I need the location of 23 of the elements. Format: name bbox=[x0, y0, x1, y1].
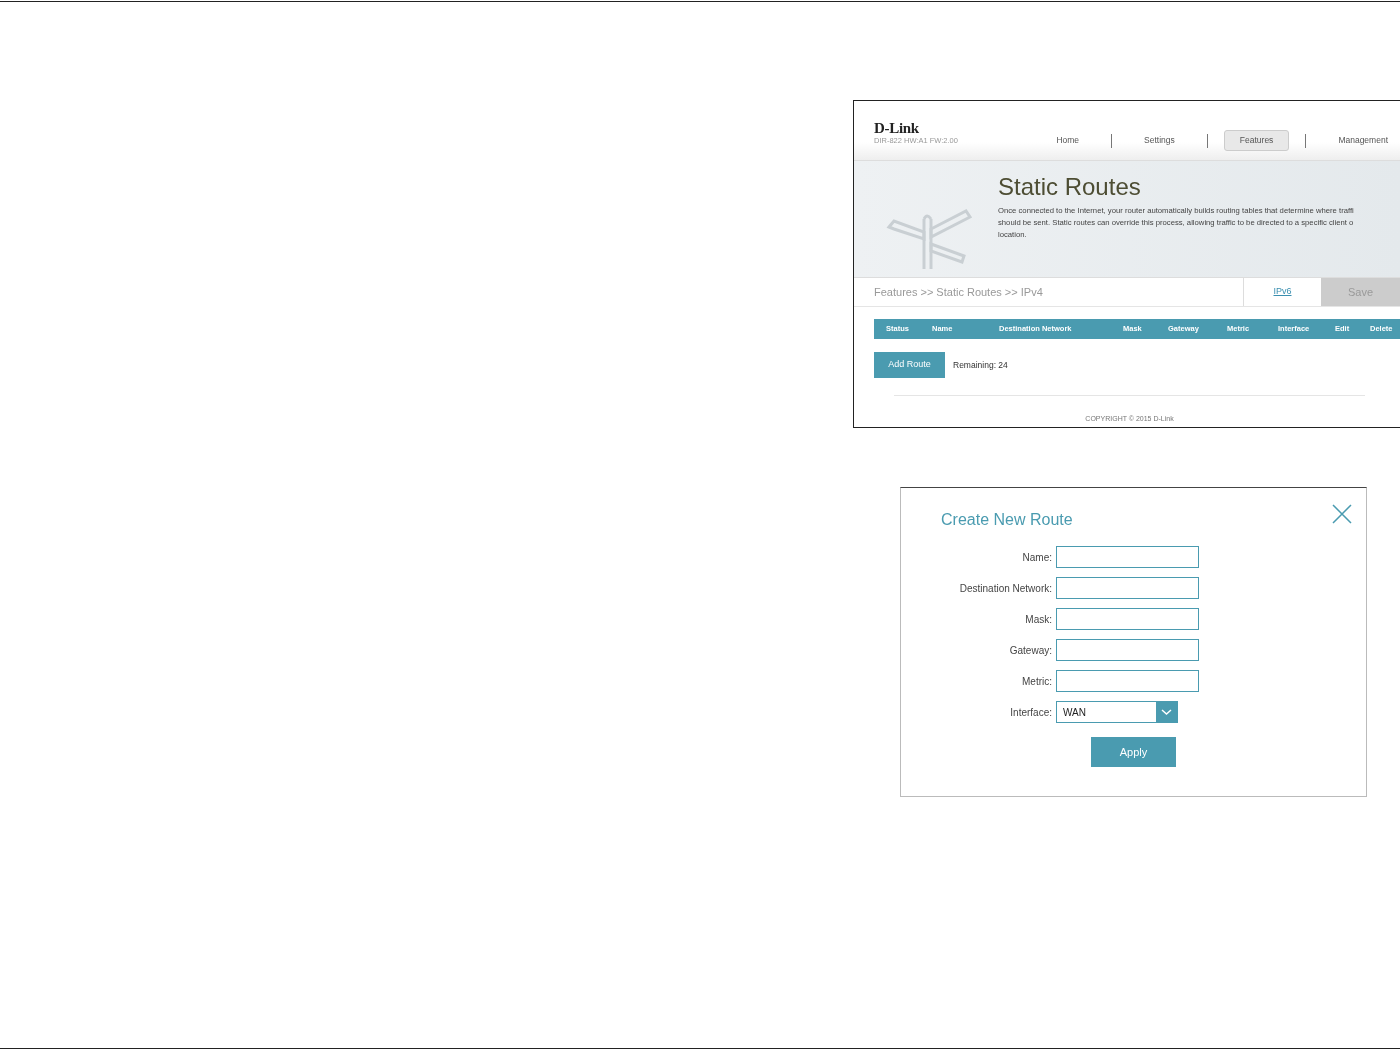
close-icon[interactable] bbox=[1332, 504, 1352, 524]
input-field[interactable] bbox=[1056, 577, 1199, 599]
input-field[interactable] bbox=[1056, 670, 1199, 692]
field-label: Destination Network: bbox=[958, 581, 1053, 596]
field-label: Interface: bbox=[1009, 705, 1053, 720]
field-label: Name: bbox=[1021, 550, 1053, 565]
logo: D-Link bbox=[874, 121, 920, 136]
field-label: Gateway: bbox=[1008, 643, 1053, 658]
field-label: Metric: bbox=[1021, 674, 1053, 689]
nav-tab[interactable]: Management bbox=[1322, 130, 1400, 151]
remaining-count: Remaining: 24 bbox=[953, 358, 1008, 372]
nav-tab[interactable]: Home bbox=[1040, 130, 1096, 151]
caret-icon[interactable] bbox=[1156, 702, 1177, 722]
interface-dropdown[interactable]: WAN bbox=[1056, 701, 1178, 723]
nav-tab[interactable]: Features bbox=[1223, 130, 1290, 151]
page-title: Static Routes bbox=[998, 174, 1142, 200]
input-field[interactable] bbox=[1056, 546, 1199, 568]
dialog-title: Create New Route bbox=[941, 510, 1073, 530]
field-label: Mask: bbox=[1024, 612, 1053, 627]
nav-tab[interactable]: Settings bbox=[1128, 130, 1191, 151]
breadcrumb: Features >> Static Routes >> IPv4 bbox=[874, 284, 1043, 300]
input-field[interactable] bbox=[1056, 608, 1199, 630]
input-field[interactable] bbox=[1056, 639, 1199, 661]
